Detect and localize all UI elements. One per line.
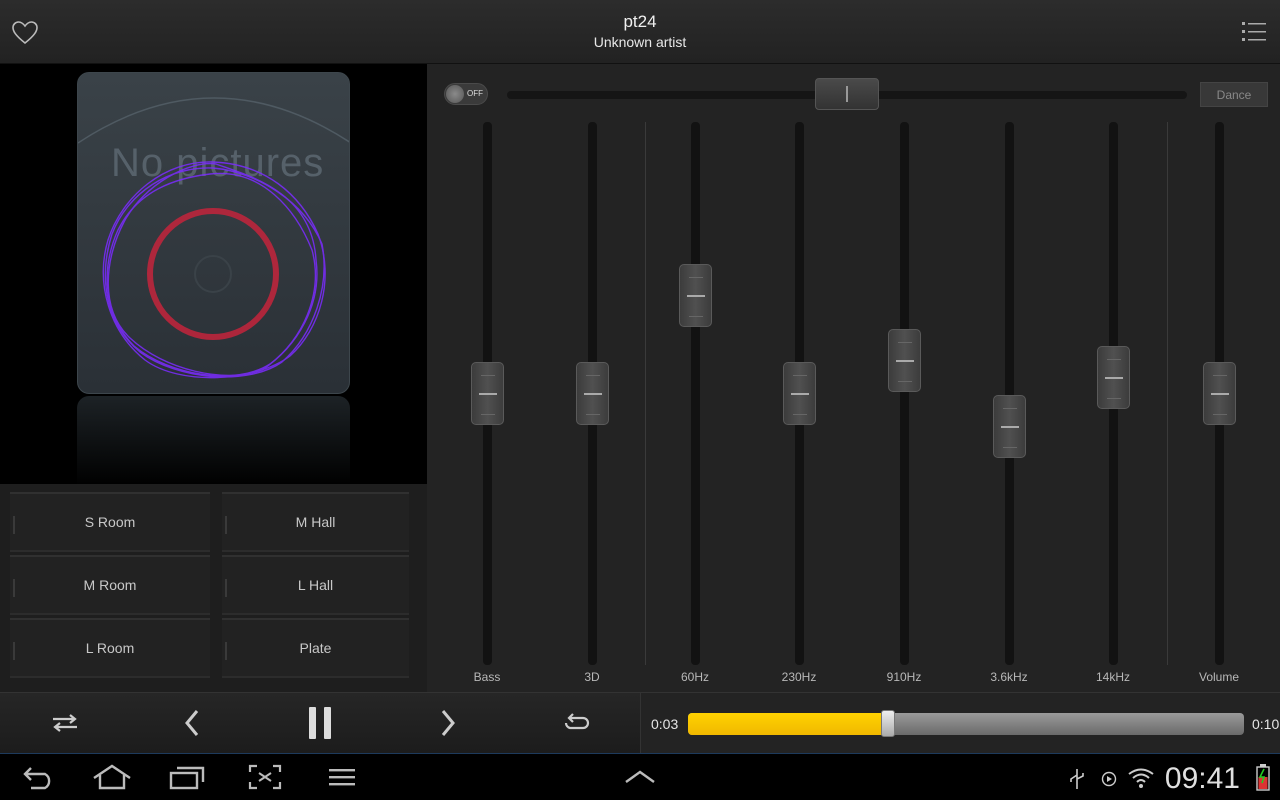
track-info: pt24 Unknown artist	[440, 12, 840, 50]
band-divider	[645, 122, 646, 665]
play-status-icon	[1101, 771, 1117, 787]
band-thumb[interactable]	[1097, 345, 1130, 409]
preset-l-room-button[interactable]: L Room	[10, 618, 210, 678]
shuffle-button[interactable]	[43, 705, 87, 741]
track-artist: Unknown artist	[593, 34, 687, 50]
reverb-preset-grid: S Room M Hall M Room L Hall L Room Plate	[0, 484, 427, 692]
repeat-button[interactable]	[554, 705, 598, 741]
band-label: Volume	[1198, 670, 1240, 684]
usb-icon	[1070, 769, 1084, 789]
band-label: 230Hz	[781, 670, 817, 684]
equalizer-panel: OFF Dance Bass 3D 60Hz 230Hz 910Hz 3.6kH…	[427, 64, 1280, 692]
preset-m-hall-button[interactable]: M Hall	[222, 492, 409, 552]
band-divider	[1167, 122, 1168, 665]
shuffle-icon	[53, 714, 77, 732]
recent-apps-button[interactable]	[165, 761, 209, 793]
list-menu-icon	[1242, 22, 1266, 41]
screenshot-icon	[248, 764, 282, 790]
band-thumb[interactable]	[679, 264, 712, 328]
system-clock: 09:41	[1164, 762, 1240, 795]
band-label: 14kHz	[1095, 670, 1130, 684]
equalizer-power-switch[interactable]: OFF	[444, 83, 488, 105]
band-label: 60Hz	[680, 670, 709, 684]
band-bass: Bass	[457, 120, 517, 690]
band-thumb[interactable]	[993, 394, 1026, 458]
eq-preset-name-button[interactable]: Dance	[1200, 82, 1268, 107]
wifi-icon	[1128, 768, 1154, 788]
pause-icon	[309, 707, 331, 739]
visualizer-graphic	[102, 161, 326, 379]
band-label: 3.6kHz	[990, 670, 1028, 684]
band-label: Bass	[473, 670, 501, 684]
heart-outline-icon	[12, 21, 38, 45]
progress-area: 0:03 0:10	[640, 692, 1280, 753]
previous-icon	[185, 710, 199, 736]
preset-l-hall-button[interactable]: L Hall	[222, 555, 409, 615]
expand-up-icon	[625, 770, 655, 783]
switch-knob	[446, 85, 464, 103]
favorite-button[interactable]	[8, 18, 42, 48]
seek-bar-fill	[688, 713, 889, 735]
switch-label: OFF	[467, 89, 483, 98]
seek-bar-thumb[interactable]	[881, 710, 896, 737]
previous-button[interactable]	[170, 705, 214, 741]
track-title: pt24	[623, 12, 657, 31]
system-nav-bar: 09:41	[0, 753, 1280, 800]
band-thumb[interactable]	[471, 362, 504, 425]
expand-up-button[interactable]	[618, 761, 662, 793]
menu-icon	[329, 769, 355, 786]
pause-button[interactable]	[298, 705, 342, 741]
band-thumb[interactable]	[1203, 362, 1236, 425]
title-bar: pt24 Unknown artist	[0, 0, 1280, 64]
next-icon	[441, 710, 455, 736]
band-thumb[interactable]	[888, 329, 921, 393]
band-910hz: 910Hz	[874, 120, 934, 690]
repeat-icon	[564, 713, 590, 730]
playlist-menu-button[interactable]	[1240, 18, 1270, 46]
total-time: 0:10	[1252, 716, 1280, 732]
band-label: 3D	[584, 670, 600, 684]
band-track[interactable]	[900, 122, 909, 665]
menu-button[interactable]	[320, 761, 364, 793]
band-230hz: 230Hz	[769, 120, 829, 690]
band-thumb[interactable]	[576, 362, 609, 425]
band-track[interactable]	[1005, 122, 1014, 665]
preset-m-room-button[interactable]: M Room	[10, 555, 210, 615]
band-label: 910Hz	[886, 670, 922, 684]
back-icon	[23, 767, 51, 790]
home-button[interactable]	[90, 761, 134, 793]
battery-icon	[1256, 764, 1270, 791]
recent-apps-icon	[169, 766, 205, 790]
band-track[interactable]	[691, 122, 700, 665]
band-thumb[interactable]	[783, 362, 816, 425]
band-volume: Volume	[1189, 120, 1249, 690]
eq-preset-slider-thumb[interactable]	[815, 78, 879, 110]
band-3-6khz: 3.6kHz	[979, 120, 1039, 690]
album-art-area: No pictures	[0, 64, 427, 484]
band-14khz: 14kHz	[1083, 120, 1143, 690]
next-button[interactable]	[426, 705, 470, 741]
back-button[interactable]	[17, 761, 61, 793]
preset-s-room-button[interactable]: S Room	[10, 492, 210, 552]
transport-controls	[0, 692, 640, 753]
band-3d: 3D	[562, 120, 622, 690]
band-60hz: 60Hz	[665, 120, 725, 690]
seek-bar[interactable]	[688, 713, 1244, 735]
home-icon	[93, 764, 131, 790]
preset-plate-button[interactable]: Plate	[222, 618, 409, 678]
screenshot-button[interactable]	[243, 761, 287, 793]
current-time: 0:03	[651, 716, 679, 732]
